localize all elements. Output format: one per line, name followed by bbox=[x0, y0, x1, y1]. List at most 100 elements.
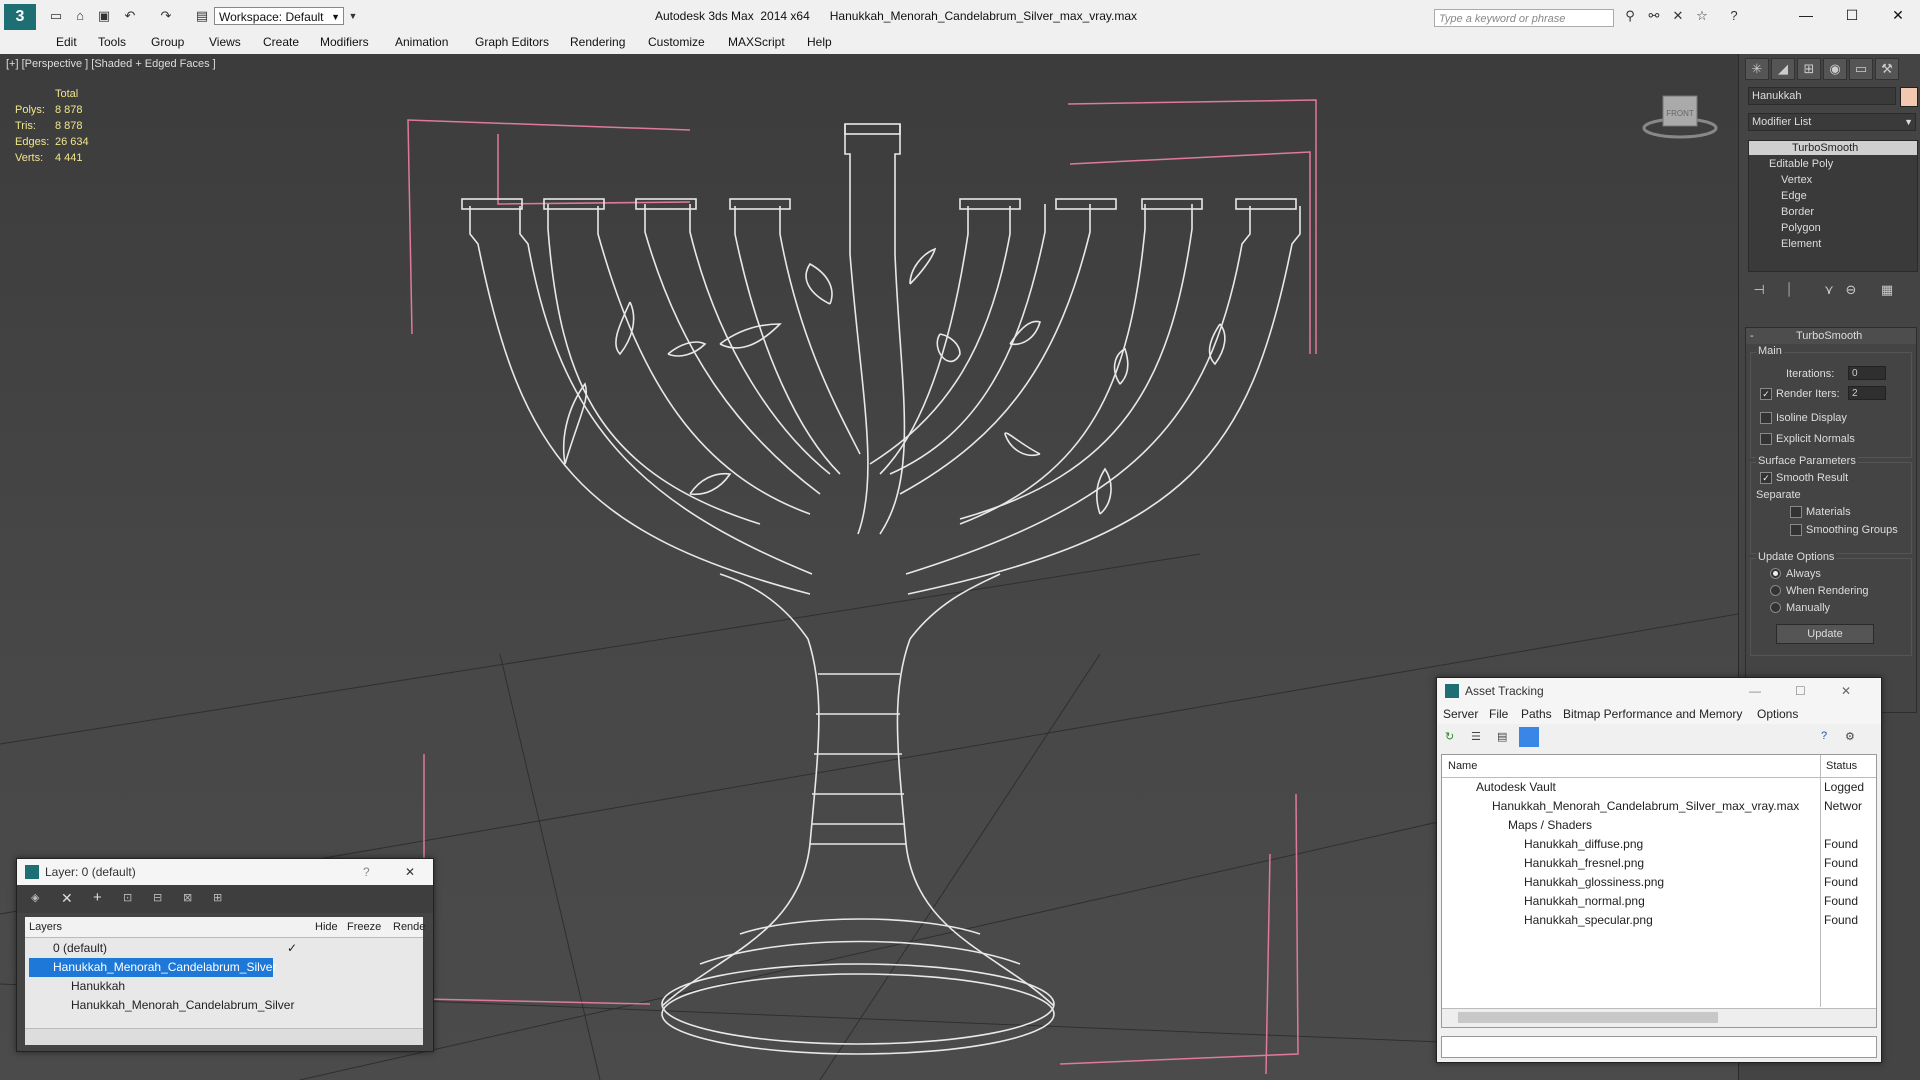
hide-all-icon[interactable]: ⊠ bbox=[183, 891, 192, 904]
menu-create[interactable]: Create bbox=[263, 35, 299, 49]
stack-item-polygon[interactable]: Polygon bbox=[1781, 222, 1821, 234]
display-tab-icon[interactable]: ▭ bbox=[1849, 58, 1873, 80]
smooth-result-checkbox[interactable]: ✓ bbox=[1760, 472, 1772, 484]
refresh-icon[interactable]: ↻ bbox=[1445, 730, 1454, 743]
asset-row[interactable]: Autodesk Vault Logged bbox=[1442, 778, 1876, 797]
viewcube[interactable]: FRONT bbox=[1642, 95, 1718, 139]
highlight-layer-icon[interactable]: ⊟ bbox=[153, 891, 162, 904]
column-status[interactable]: Status bbox=[1826, 760, 1857, 772]
new-layer-icon[interactable]: ◈ bbox=[31, 891, 39, 904]
menu-group[interactable]: Group bbox=[151, 35, 184, 49]
horizontal-scrollbar[interactable] bbox=[1442, 1008, 1876, 1027]
layer-row[interactable]: Hanukkah_Menorah_Candelabrum_Silver bbox=[25, 996, 423, 1015]
undo-icon[interactable]: ↶ bbox=[122, 8, 138, 24]
create-tab-icon[interactable]: ✳ bbox=[1745, 58, 1769, 80]
help-icon[interactable]: ? bbox=[1821, 730, 1827, 742]
update-button[interactable]: Update bbox=[1776, 624, 1874, 644]
list-view-icon[interactable]: ☰ bbox=[1471, 730, 1481, 743]
close-icon[interactable]: ✕ bbox=[1841, 678, 1851, 704]
asset-row[interactable]: Maps / Shaders bbox=[1442, 816, 1876, 835]
menu-maxscript[interactable]: MAXScript bbox=[728, 35, 785, 49]
smoothing-groups-checkbox[interactable] bbox=[1790, 524, 1802, 536]
stack-item-editable-poly[interactable]: Editable Poly bbox=[1769, 158, 1833, 170]
render-iters-spinner[interactable]: 2 bbox=[1848, 386, 1886, 400]
motion-tab-icon[interactable]: ◉ bbox=[1823, 58, 1847, 80]
delete-layer-icon[interactable]: ✕ bbox=[61, 890, 73, 907]
asset-row[interactable]: Hanukkah_specular.png Found bbox=[1442, 911, 1876, 930]
asset-menu-options[interactable]: Options bbox=[1757, 707, 1798, 721]
asset-list[interactable]: Name Status Autodesk Vault Logged Hanukk… bbox=[1441, 754, 1877, 1028]
asset-menu-bitmap[interactable]: Bitmap Performance and Memory bbox=[1563, 707, 1742, 721]
asset-row[interactable]: Hanukkah_normal.png Found bbox=[1442, 892, 1876, 911]
menu-animation[interactable]: Animation bbox=[395, 35, 448, 49]
utilities-tab-icon[interactable]: ⚒ bbox=[1875, 58, 1899, 80]
search-input[interactable]: Type a keyword or phrase bbox=[1434, 9, 1614, 27]
workspace-dropdown[interactable]: Workspace: Default ▼ bbox=[214, 7, 344, 25]
binoculars-icon[interactable]: ⚲ bbox=[1622, 8, 1638, 24]
column-freeze[interactable]: Freeze bbox=[347, 921, 381, 933]
stack-item-element[interactable]: Element bbox=[1781, 238, 1821, 250]
search-icon[interactable]: ⚯ bbox=[1646, 8, 1662, 24]
asset-menu-paths[interactable]: Paths bbox=[1521, 707, 1552, 721]
asset-menu-file[interactable]: File bbox=[1489, 707, 1508, 721]
help-icon[interactable]: ? bbox=[1726, 8, 1742, 24]
table-view-icon[interactable] bbox=[1519, 727, 1539, 747]
favorites-star-icon[interactable]: ☆ bbox=[1694, 8, 1710, 24]
modifier-stack[interactable]: TurboSmooth Editable Poly Vertex Edge Bo… bbox=[1748, 140, 1918, 272]
scrollbar-thumb[interactable] bbox=[1458, 1012, 1718, 1023]
stack-item-vertex[interactable]: Vertex bbox=[1781, 174, 1812, 186]
explicit-normals-checkbox[interactable] bbox=[1760, 433, 1772, 445]
object-name-field[interactable]: Hanukkah bbox=[1748, 87, 1896, 105]
pin-stack-icon[interactable]: ⊣ bbox=[1751, 282, 1767, 298]
minimize-button[interactable]: — bbox=[1786, 4, 1826, 26]
modify-tab-icon[interactable]: ◢ bbox=[1771, 58, 1795, 80]
close-button[interactable]: ✕ bbox=[1878, 4, 1918, 26]
column-render[interactable]: Rende bbox=[393, 921, 425, 933]
asset-row[interactable]: Hanukkah_fresnel.png Found bbox=[1442, 854, 1876, 873]
freeze-all-icon[interactable]: ⊞ bbox=[213, 891, 222, 904]
maximize-button[interactable]: ☐ bbox=[1832, 4, 1872, 26]
stack-item-edge[interactable]: Edge bbox=[1781, 190, 1807, 202]
configure-sets-icon[interactable]: ▦ bbox=[1879, 282, 1895, 298]
modifier-list-dropdown[interactable]: Modifier List ▼ bbox=[1748, 113, 1916, 131]
column-hide[interactable]: Hide bbox=[315, 921, 338, 933]
chevron-down-icon[interactable]: ▼ bbox=[345, 8, 361, 24]
iterations-spinner[interactable]: 0 bbox=[1848, 366, 1886, 380]
remove-modifier-icon[interactable]: ⊖ bbox=[1843, 282, 1859, 298]
asset-path-field[interactable] bbox=[1441, 1036, 1877, 1058]
stack-item-border[interactable]: Border bbox=[1781, 206, 1814, 218]
layer-row[interactable]: 0 (default) ✓ bbox=[25, 939, 423, 958]
select-in-layer-icon[interactable]: ⊡ bbox=[123, 891, 132, 904]
layer-list[interactable]: Layers Hide Freeze Rende 0 (default) ✓ H… bbox=[25, 917, 425, 1045]
menu-views[interactable]: Views bbox=[209, 35, 241, 49]
render-iters-checkbox[interactable]: ✓ bbox=[1760, 388, 1772, 400]
help-icon[interactable]: ? bbox=[363, 859, 370, 885]
hierarchy-tab-icon[interactable]: ⊞ bbox=[1797, 58, 1821, 80]
menu-help[interactable]: Help bbox=[807, 35, 832, 49]
maximize-icon[interactable]: ☐ bbox=[1795, 678, 1806, 704]
make-unique-icon[interactable]: ⋎ bbox=[1821, 282, 1837, 298]
new-file-icon[interactable]: ▭ bbox=[48, 8, 64, 24]
settings-icon[interactable]: ⚙ bbox=[1845, 730, 1855, 743]
save-file-icon[interactable]: ▣ bbox=[96, 8, 112, 24]
exchange-icon[interactable]: ✕ bbox=[1670, 8, 1686, 24]
menu-rendering[interactable]: Rendering bbox=[570, 35, 625, 49]
asset-menu-server[interactable]: Server bbox=[1443, 707, 1478, 721]
menu-customize[interactable]: Customize bbox=[648, 35, 705, 49]
always-radio[interactable] bbox=[1770, 568, 1781, 579]
asset-row[interactable]: Hanukkah_glossiness.png Found bbox=[1442, 873, 1876, 892]
horizontal-scrollbar[interactable] bbox=[25, 1028, 423, 1045]
asset-window-titlebar[interactable]: Asset Tracking — ☐ ✕ bbox=[1437, 678, 1881, 704]
project-folder-icon[interactable]: ▤ bbox=[194, 8, 210, 24]
isoline-checkbox[interactable] bbox=[1760, 412, 1772, 424]
menu-graph-editors[interactable]: Graph Editors bbox=[475, 35, 549, 49]
materials-checkbox[interactable] bbox=[1790, 506, 1802, 518]
asset-row[interactable]: Hanukkah_Menorah_Candelabrum_Silver_max_… bbox=[1442, 797, 1876, 816]
add-selection-icon[interactable]: + bbox=[93, 889, 102, 906]
collapse-icon[interactable]: - bbox=[1750, 330, 1754, 342]
app-logo-icon[interactable]: 3 bbox=[4, 4, 36, 30]
asset-row[interactable]: Hanukkah_diffuse.png Found bbox=[1442, 835, 1876, 854]
menu-edit[interactable]: Edit bbox=[56, 35, 77, 49]
stack-item-turbosmooth[interactable]: TurboSmooth bbox=[1792, 142, 1858, 154]
redo-icon[interactable]: ↷ bbox=[158, 8, 174, 24]
